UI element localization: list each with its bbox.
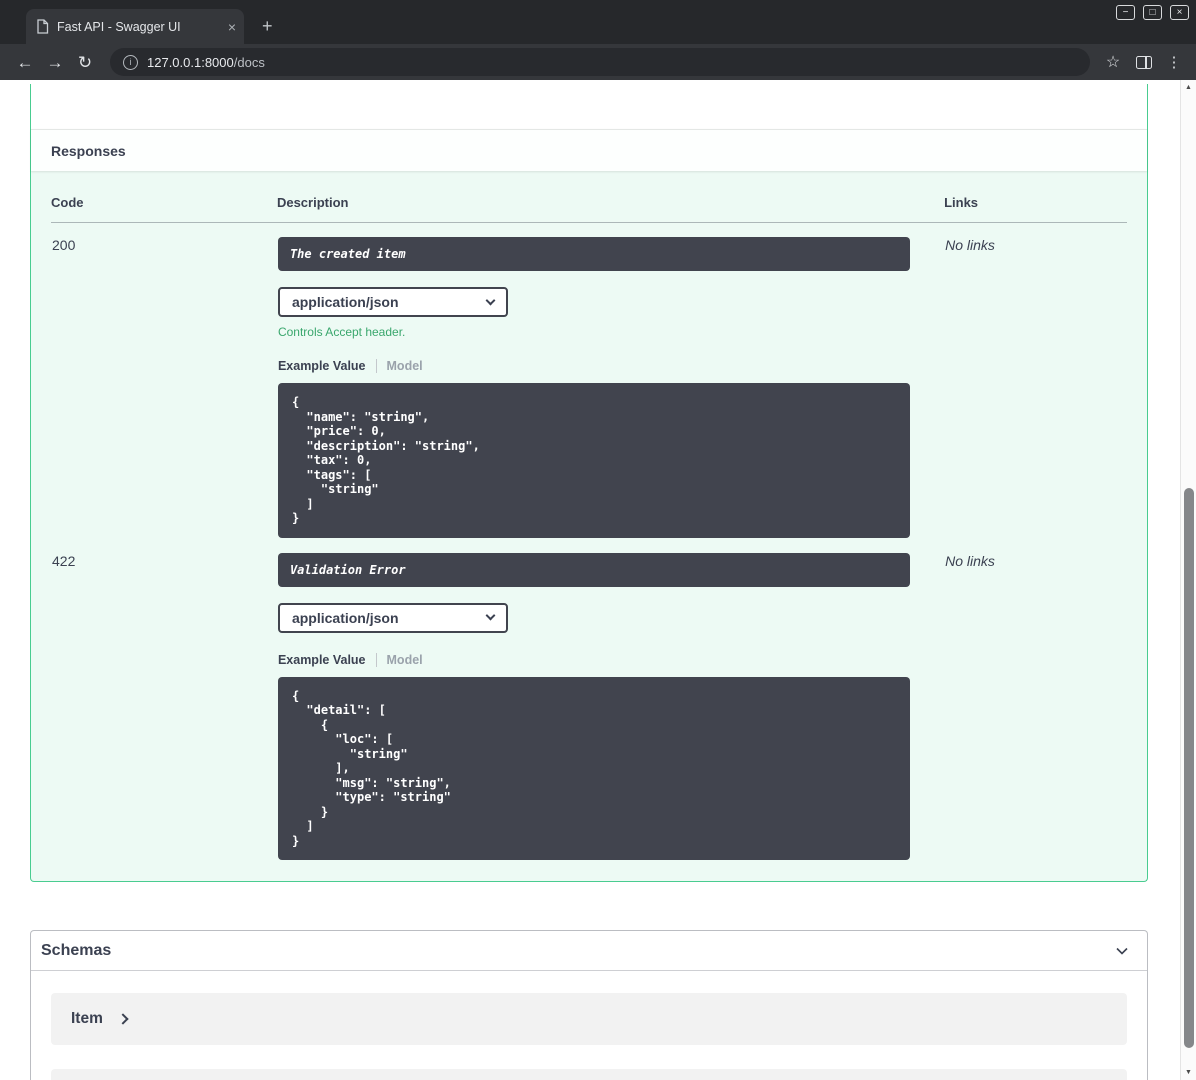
media-type-select[interactable]: application/json bbox=[277, 602, 508, 633]
page-viewport: Responses Code Description Links 200 The… bbox=[0, 80, 1196, 1080]
tab-model[interactable]: Model bbox=[387, 359, 423, 373]
chevron-down-icon bbox=[485, 295, 496, 305]
page-favicon-icon bbox=[36, 19, 49, 34]
response-code: 200 bbox=[52, 237, 76, 253]
media-type-value: application/json bbox=[291, 294, 399, 310]
schema-name: Item bbox=[71, 1010, 103, 1027]
controls-accept-note: Controls Accept header. bbox=[277, 325, 406, 339]
responses-table-wrapper: Code Description Links 200 The created i… bbox=[31, 171, 1147, 881]
forward-button[interactable]: → bbox=[40, 54, 70, 71]
tab-close-icon[interactable]: × bbox=[228, 20, 236, 34]
scrollbar-thumb[interactable] bbox=[1184, 488, 1194, 1048]
url-host: 127.0.0.1:8000 bbox=[147, 54, 234, 70]
operation-block-top bbox=[31, 84, 1147, 129]
window-maximize-button[interactable]: □ bbox=[1143, 5, 1162, 20]
bookmark-star-icon[interactable]: ☆ bbox=[1100, 52, 1126, 72]
new-tab-button[interactable]: + bbox=[262, 17, 273, 35]
media-type-value: application/json bbox=[291, 609, 399, 626]
media-type-select[interactable]: application/json bbox=[277, 287, 508, 317]
example-json-block: { "name": "string", "price": 0, "descrip… bbox=[277, 383, 910, 538]
tab-example-value[interactable]: Example Value bbox=[278, 653, 366, 667]
tab-example-value[interactable]: Example Value bbox=[278, 359, 366, 373]
example-json: { "name": "string", "price": 0, "descrip… bbox=[291, 395, 480, 525]
column-header-links: Links bbox=[944, 187, 1127, 223]
window-minimize-button[interactable]: − bbox=[1116, 5, 1135, 20]
tab-divider bbox=[375, 359, 377, 373]
column-header-description: Description bbox=[276, 187, 945, 223]
chevron-right-icon bbox=[117, 1013, 129, 1025]
back-button[interactable]: ← bbox=[10, 54, 40, 71]
url-text: 127.0.0.1:8000/docs bbox=[147, 55, 265, 70]
responses-section-header: Responses bbox=[31, 129, 1147, 171]
chevron-down-icon[interactable] bbox=[1113, 942, 1131, 960]
schemas-header[interactable]: Schemas bbox=[31, 931, 1147, 971]
example-json: { "detail": [ { "loc": [ "string" ], "ms… bbox=[291, 688, 451, 848]
responses-title: Responses bbox=[51, 142, 126, 159]
tab-divider bbox=[375, 652, 377, 667]
operation-block: Responses Code Description Links 200 The… bbox=[30, 84, 1148, 882]
response-row-422: 422 Validation Error application/json Ex… bbox=[51, 539, 1127, 862]
window-close-button[interactable]: × bbox=[1170, 5, 1189, 20]
responses-table: Code Description Links 200 The created i… bbox=[51, 187, 1127, 861]
schemas-section: Schemas Item ValidationError bbox=[30, 930, 1148, 1080]
tab-title: Fast API - Swagger UI bbox=[57, 19, 181, 34]
reload-button[interactable]: ↻ bbox=[70, 54, 100, 71]
address-bar[interactable]: i 127.0.0.1:8000/docs bbox=[110, 48, 1090, 76]
browser-titlebar: Fast API - Swagger UI × + − □ × bbox=[0, 0, 1196, 44]
schema-validationerror-card[interactable]: ValidationError bbox=[51, 1069, 1127, 1080]
schema-item-card[interactable]: Item bbox=[51, 993, 1127, 1045]
response-links: No links bbox=[945, 237, 995, 253]
response-description: The created item bbox=[277, 237, 910, 271]
tab-model[interactable]: Model bbox=[387, 653, 423, 667]
response-links: No links bbox=[945, 552, 995, 569]
scroll-down-arrow-icon[interactable]: ▼ bbox=[1181, 1069, 1196, 1076]
page-scrollbar[interactable]: ▲ ▼ bbox=[1180, 80, 1196, 1080]
response-description: Validation Error bbox=[277, 552, 910, 587]
schemas-title: Schemas bbox=[41, 941, 112, 959]
scroll-up-arrow-icon[interactable]: ▲ bbox=[1181, 84, 1196, 91]
url-path: /docs bbox=[233, 54, 265, 70]
column-header-code: Code bbox=[51, 187, 277, 223]
browser-toolbar: ← → ↻ i 127.0.0.1:8000/docs ☆ ⋮ bbox=[0, 44, 1196, 80]
side-panel-icon[interactable] bbox=[1136, 55, 1152, 69]
browser-tab[interactable]: Fast API - Swagger UI × bbox=[26, 9, 244, 44]
browser-menu-icon[interactable]: ⋮ bbox=[1162, 53, 1186, 71]
response-code: 422 bbox=[52, 552, 76, 569]
schemas-list: Item ValidationError bbox=[31, 971, 1147, 1080]
example-json-block: { "detail": [ { "loc": [ "string" ], "ms… bbox=[277, 676, 910, 860]
response-row-200: 200 The created item application/json Co… bbox=[51, 223, 1127, 539]
site-info-icon[interactable]: i bbox=[123, 54, 138, 70]
chevron-down-icon bbox=[485, 610, 496, 621]
